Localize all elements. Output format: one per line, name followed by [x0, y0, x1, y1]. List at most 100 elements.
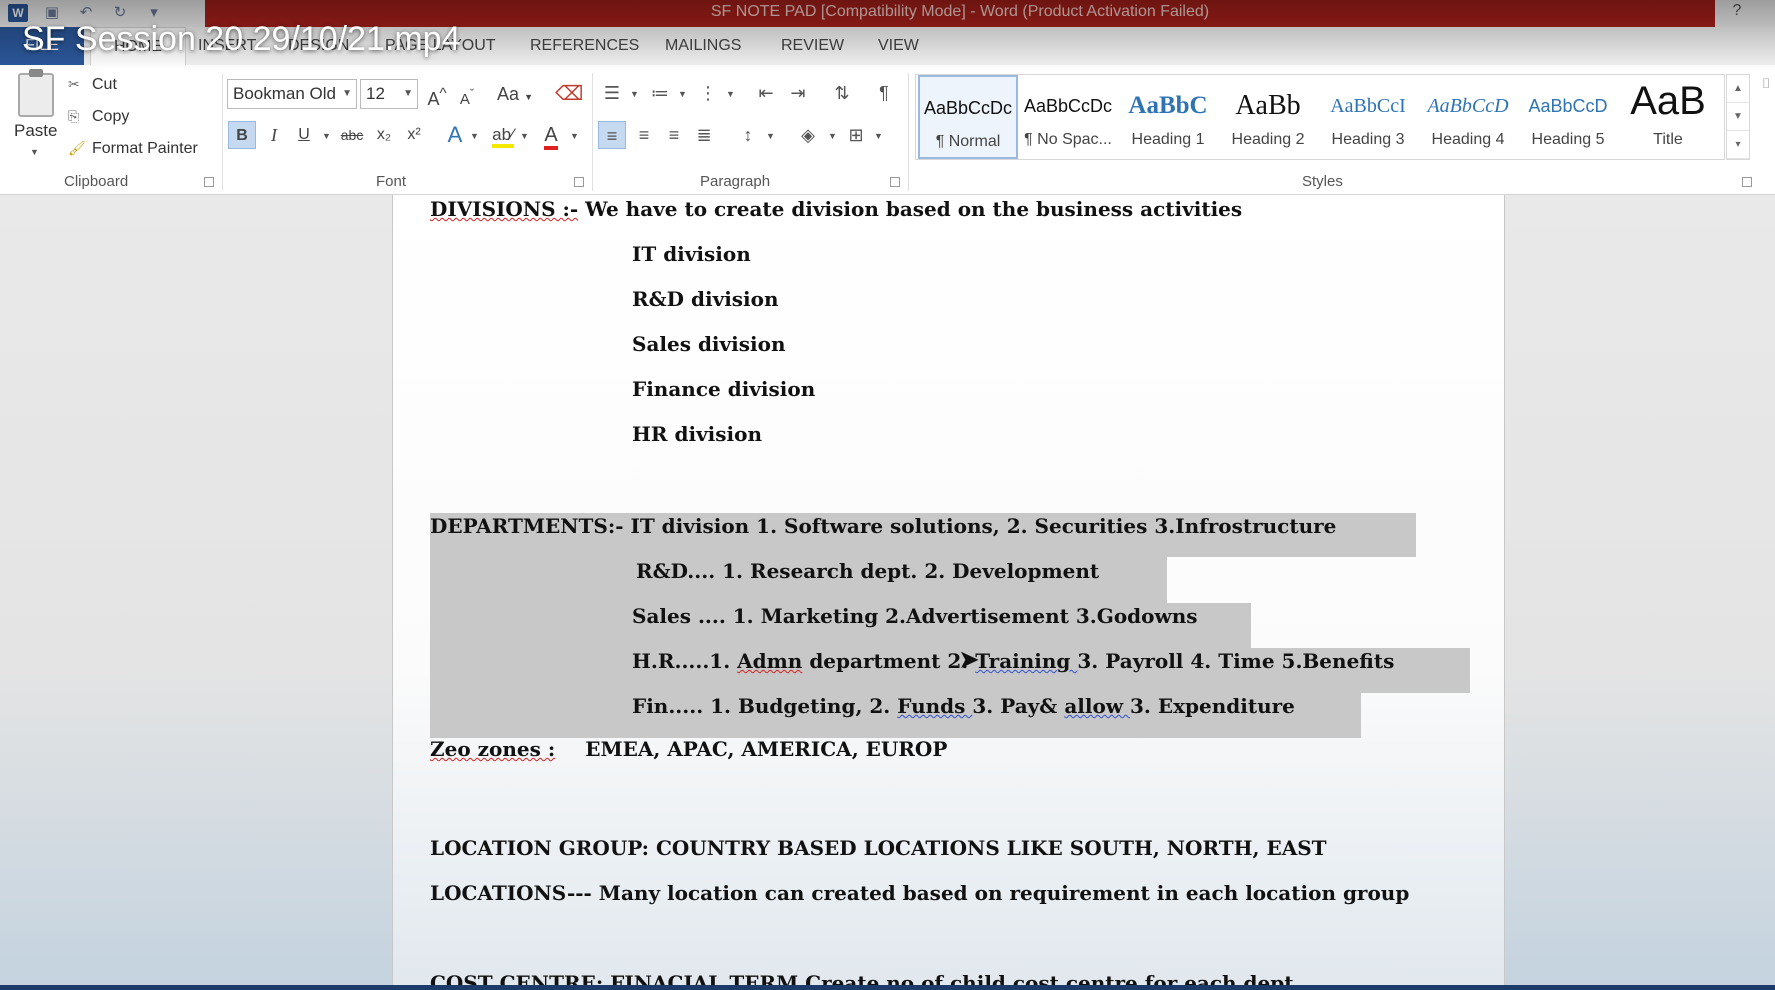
align-left-icon[interactable]: ≡	[598, 121, 626, 149]
style-heading-5[interactable]: AaBbCcD Heading 5	[1518, 75, 1618, 159]
font-size-value: 12	[366, 84, 385, 103]
location-group-line: LOCATION GROUP: COUNTRY BASED LOCATIONS …	[430, 836, 1327, 860]
justify-icon[interactable]: ≣	[690, 121, 718, 149]
chevron-down-icon: ▼	[342, 88, 352, 99]
bold-button[interactable]: B	[228, 121, 256, 149]
hr-text: 3. Payroll 4. Time 5.Benefits	[1077, 649, 1395, 673]
font-group-label: Font	[376, 173, 407, 190]
font-color-icon: A	[544, 124, 558, 150]
italic-button[interactable]: I	[262, 121, 286, 149]
grow-font-icon: A	[427, 89, 440, 109]
chevron-down-icon[interactable]: ▼	[520, 131, 529, 141]
line-spacing-icon[interactable]: ↕	[734, 121, 762, 149]
style-heading-1[interactable]: AaBbC Heading 1	[1118, 75, 1218, 159]
style-heading-2[interactable]: AaBb Heading 2	[1218, 75, 1318, 159]
division-item: HR division	[632, 422, 763, 446]
font-name-combo[interactable]: Bookman Old ▼	[227, 79, 357, 109]
underline-button[interactable]: U	[292, 121, 316, 149]
mouse-cursor-icon: ➤	[958, 644, 980, 674]
division-item: R&D division	[632, 287, 779, 311]
numbering-icon[interactable]: ≔	[646, 79, 674, 107]
departments-fin: Fin..... 1. Budgeting, 2. Funds 3. Pay& …	[632, 693, 1295, 719]
more-styles-icon[interactable]: ▾	[1727, 131, 1749, 159]
style-heading-4[interactable]: AaBbCcD Heading 4	[1418, 75, 1518, 159]
divisions-line: DIVISIONS :- We have to create division …	[430, 196, 1242, 222]
superscript-button[interactable]: x²	[402, 121, 426, 149]
shading-icon[interactable]: ◈	[794, 121, 822, 149]
paste-dropdown-icon[interactable]: ▼	[30, 147, 39, 157]
clipboard-launcher-icon[interactable]	[204, 177, 214, 187]
chevron-down-icon[interactable]: ▼	[322, 131, 331, 141]
align-center-icon[interactable]: ≡	[630, 121, 658, 149]
highlighter-icon: ab⁄	[492, 125, 514, 148]
scroll-down-icon[interactable]: ▼	[1727, 103, 1749, 131]
style-title[interactable]: AaB Title	[1618, 75, 1718, 159]
tab-review[interactable]: REVIEW	[781, 27, 844, 65]
decrease-indent-icon[interactable]: ⇤	[752, 79, 780, 107]
help-button[interactable]: ?	[1727, 0, 1747, 24]
paste-icon[interactable]	[18, 69, 54, 117]
chevron-down-icon[interactable]: ▼	[630, 89, 639, 99]
chevron-down-icon[interactable]: ▼	[828, 131, 837, 141]
style-preview: AaBbCcI	[1330, 95, 1406, 117]
font-name-value: Bookman Old	[233, 84, 336, 103]
tab-references[interactable]: REFERENCES	[530, 27, 639, 65]
multilevel-list-icon[interactable]: ⋮	[694, 79, 722, 107]
cut-label: Cut	[92, 76, 117, 93]
show-marks-button[interactable]: ¶	[870, 79, 898, 107]
division-item: Sales division	[632, 332, 786, 356]
copy-icon: ⎘	[68, 108, 80, 124]
style-normal[interactable]: AaBbCcDc ¶ Normal	[918, 75, 1018, 159]
chevron-down-icon[interactable]: ▼	[726, 89, 735, 99]
style-preview: AaBbCcD	[1427, 95, 1509, 117]
styles-scroll[interactable]: ▲ ▼ ▾	[1726, 74, 1750, 160]
chevron-down-icon[interactable]: ▼	[470, 131, 479, 141]
tab-view[interactable]: VIEW	[878, 27, 919, 65]
departments-it: IT division 1. Software solutions, 2. Se…	[623, 514, 1337, 538]
style-name: Heading 4	[1431, 131, 1505, 148]
division-item: IT division	[632, 242, 751, 266]
font-size-combo[interactable]: 12 ▼	[360, 79, 418, 109]
chevron-down-icon[interactable]: ▼	[874, 131, 883, 141]
chevron-down-icon[interactable]: ▼	[678, 89, 687, 99]
style-name: Heading 1	[1131, 131, 1205, 148]
cut-button[interactable]: ✂ Cut	[68, 71, 117, 97]
bullets-icon[interactable]: ☰	[598, 79, 626, 107]
format-painter-button[interactable]: 🖌 Format Painter	[68, 135, 198, 161]
clear-formatting-icon[interactable]: ⌫	[555, 80, 583, 108]
style-heading-3[interactable]: AaBbCcI Heading 3	[1318, 75, 1418, 159]
subscript-button[interactable]: x₂	[372, 121, 396, 149]
scroll-up-icon[interactable]: ▲	[1727, 75, 1749, 103]
font-launcher-icon[interactable]	[574, 177, 584, 187]
divisions-text: We have to create division based on the …	[578, 197, 1243, 221]
document-page[interactable]: DIVISIONS :- We have to create division …	[392, 195, 1505, 985]
change-case-icon: Aa	[497, 84, 520, 104]
grow-font-button[interactable]: A^	[425, 80, 449, 109]
paragraph-launcher-icon[interactable]	[890, 177, 900, 187]
align-right-icon[interactable]: ≡	[660, 121, 688, 149]
paste-button[interactable]: Paste	[14, 121, 57, 141]
style-preview: AaBbCcD	[1528, 96, 1608, 116]
increase-indent-icon[interactable]: ⇥	[784, 79, 812, 107]
font-color-button[interactable]: A	[538, 121, 564, 150]
style-name: Heading 3	[1331, 131, 1405, 148]
strikethrough-button[interactable]: abc	[336, 121, 368, 149]
style-no-spacing[interactable]: AaBbCcDc ¶ No Spac...	[1018, 75, 1118, 159]
chevron-down-icon[interactable]: ▼	[570, 131, 579, 141]
departments-sales: Sales .... 1. Marketing 2.Advertisement …	[632, 604, 1198, 628]
change-case-button[interactable]: Aa ▼	[495, 80, 535, 108]
sort-icon[interactable]: ⇅	[828, 79, 856, 107]
chevron-down-icon[interactable]: ▼	[766, 131, 775, 141]
shrink-font-button[interactable]: Aˇ	[455, 80, 479, 108]
ribbon-overflow-icon[interactable]: ⌷	[1762, 75, 1770, 92]
tab-mailings[interactable]: MAILINGS	[665, 27, 741, 65]
chevron-down-icon: ▼	[403, 88, 413, 99]
copy-button[interactable]: ⎘ Copy	[68, 103, 129, 129]
text-effects-button[interactable]: A	[443, 121, 467, 149]
highlight-color-button[interactable]: ab⁄	[490, 121, 516, 149]
styles-group-label: Styles	[1302, 173, 1343, 190]
styles-launcher-icon[interactable]	[1742, 177, 1752, 187]
borders-icon[interactable]: ⊞	[842, 121, 870, 149]
fin-text: Fin..... 1. Budgeting, 2.	[632, 694, 898, 718]
fin-text: 3. Expenditure	[1130, 694, 1295, 718]
